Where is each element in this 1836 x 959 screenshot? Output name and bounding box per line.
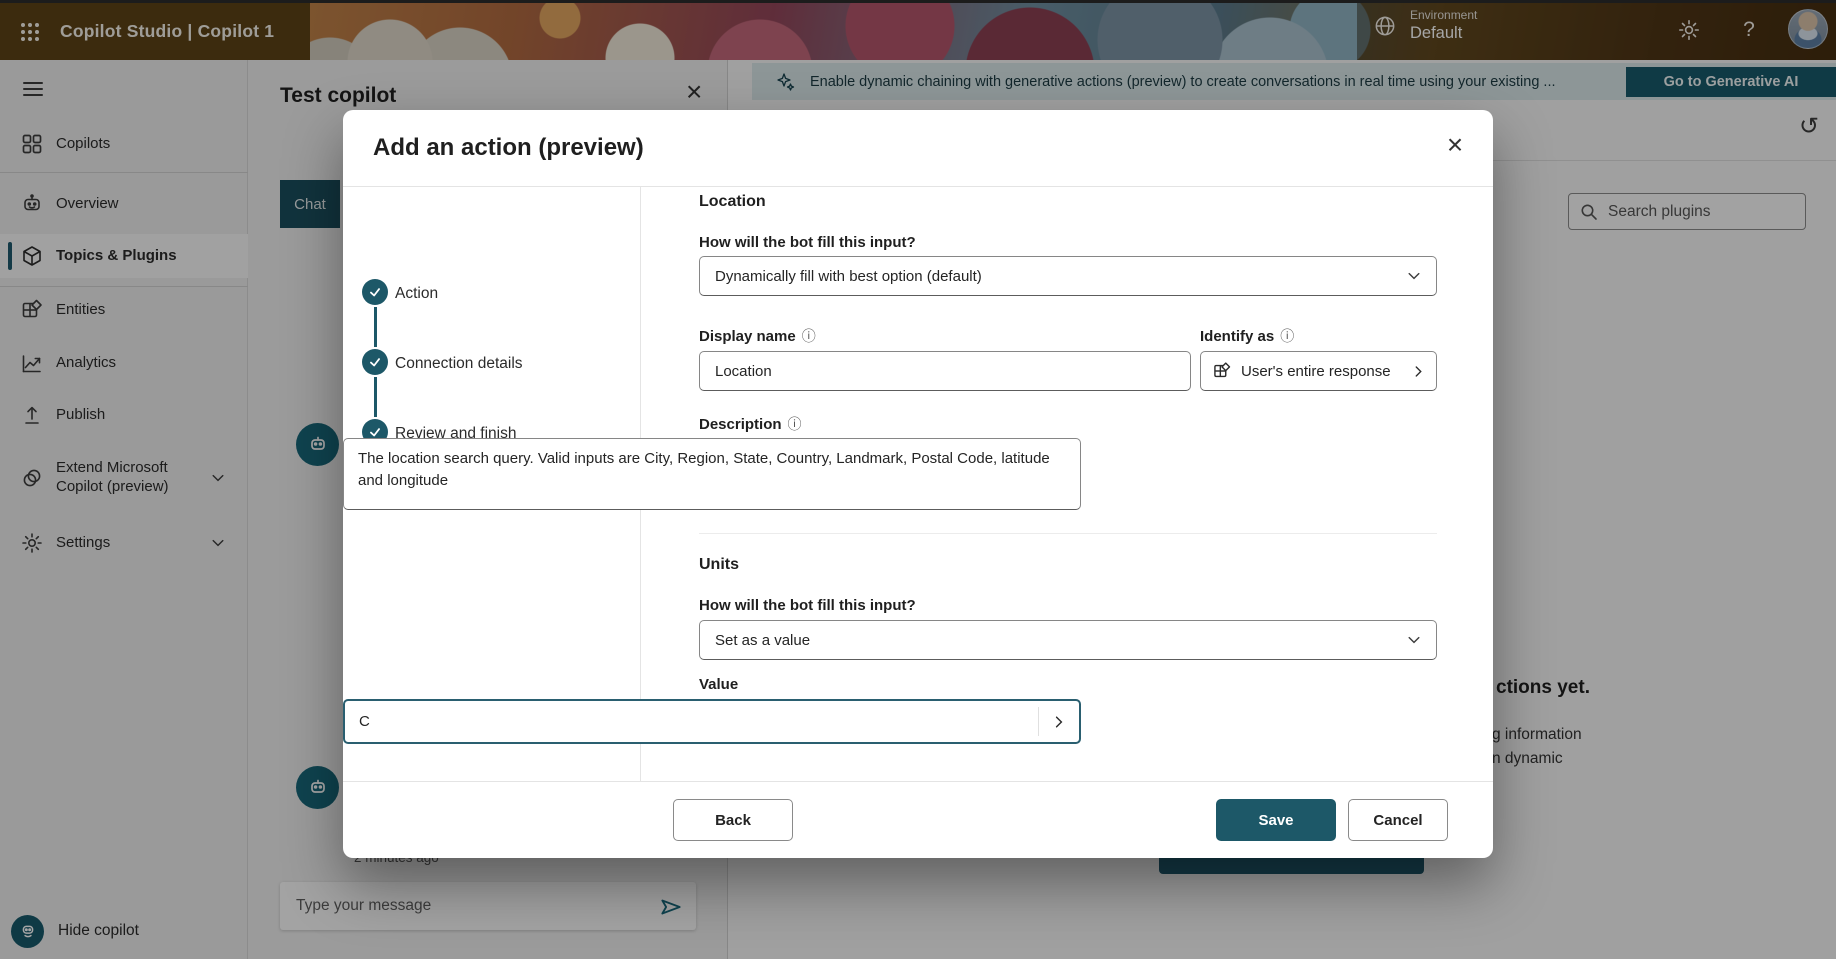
value-input[interactable]: C <box>343 699 1081 744</box>
save-button[interactable]: Save <box>1216 799 1336 841</box>
modal-footer-divider <box>343 781 1493 782</box>
units-fill-method-dropdown[interactable]: Set as a value <box>699 620 1437 660</box>
fill-question-label: How will the bot fill this input? <box>699 234 916 251</box>
add-action-modal: Add an action (preview) × Action Connect… <box>343 110 1493 858</box>
modal-close-icon[interactable]: × <box>1438 128 1472 162</box>
display-name-input[interactable]: Location <box>699 351 1191 391</box>
chevron-right-icon <box>1411 364 1426 379</box>
step-connection-check-icon <box>362 349 388 375</box>
modal-title: Add an action (preview) <box>373 134 644 162</box>
description-textarea[interactable]: The location search query. Valid inputs … <box>343 438 1081 510</box>
section-title-location: Location <box>699 193 766 211</box>
info-icon: ⓘ <box>788 414 802 434</box>
step-action-check-icon <box>362 279 388 305</box>
info-icon: ⓘ <box>802 326 816 346</box>
step-connector <box>374 377 377 417</box>
display-name-label: Display name ⓘ <box>699 326 816 346</box>
screen: Copilot Studio | Copilot 1 Environment D… <box>0 0 1836 959</box>
info-icon: ⓘ <box>1280 326 1294 346</box>
form-section-divider <box>699 533 1437 534</box>
section-title-units: Units <box>699 556 739 574</box>
step-connection-label: Connection details <box>395 355 523 373</box>
cancel-button[interactable]: Cancel <box>1348 799 1448 841</box>
fill-method-dropdown[interactable]: Dynamically fill with best option (defau… <box>699 256 1437 296</box>
chevron-down-icon <box>1406 632 1422 648</box>
identify-as-button[interactable]: User's entire response <box>1200 351 1437 391</box>
entity-icon <box>1212 361 1232 381</box>
value-label: Value <box>699 676 738 693</box>
step-action-label: Action <box>395 285 438 303</box>
modal-header-divider <box>343 186 1493 187</box>
identify-as-label: Identify as ⓘ <box>1200 326 1294 346</box>
back-button[interactable]: Back <box>673 799 793 841</box>
step-connector <box>374 307 377 347</box>
fill-question-label: How will the bot fill this input? <box>699 597 916 614</box>
chevron-down-icon <box>1406 268 1422 284</box>
chevron-right-icon[interactable] <box>1039 714 1079 730</box>
description-label: Description ⓘ <box>699 414 802 434</box>
